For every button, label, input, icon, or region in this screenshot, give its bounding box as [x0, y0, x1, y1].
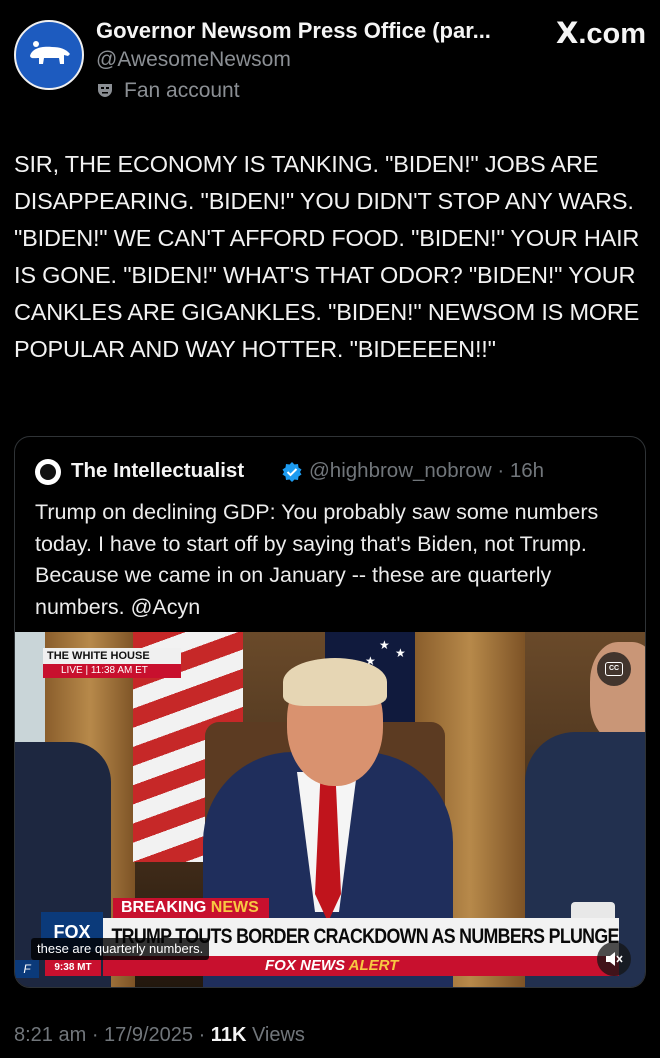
user-handle[interactable]: @AwesomeNewsom — [96, 48, 291, 72]
x-logo-icon: X — [555, 16, 579, 50]
speaker-muted-icon — [606, 952, 623, 966]
views-count: 11K — [210, 1024, 247, 1046]
display-name[interactable]: Governor Newsom Press Office (par... — [96, 18, 491, 44]
alert-word: ALERT — [348, 957, 399, 974]
post-header: Governor Newsom Press Office (par... @Aw… — [14, 16, 646, 108]
quote-text: Trump on declining GDP: You probably saw… — [35, 500, 599, 619]
video-caption: these are quarterly numbers. — [31, 938, 210, 960]
post-text: SIR, THE ECONOMY IS TANKING. "BIDEN!" JO… — [14, 151, 640, 362]
white-house-live-bug: THE WHITE HOUSE LIVE | 11:38 AM ET — [43, 648, 181, 678]
quoted-post[interactable]: The Intellectualist @highbrow_nobrow · 1… — [14, 436, 646, 988]
quote-display-name[interactable]: The Intellectualist — [71, 459, 244, 483]
breaking-news-banner: BREAKING NEWS — [113, 898, 269, 918]
post-footer: 8:21 am · 17/9/2025 · 11K Views — [14, 1024, 305, 1047]
verified-badge-icon — [282, 462, 302, 482]
post-timestamp[interactable]: 8:21 am · 17/9/2025 · — [14, 1024, 211, 1046]
fan-account-label: Fan account — [96, 79, 240, 103]
broadcast-clock: 9:38 MT — [45, 960, 101, 976]
profile-avatar[interactable] — [14, 20, 84, 90]
fan-account-text: Fan account — [124, 79, 240, 102]
fox-news-alert: FOX NEWS ALERT — [265, 956, 398, 976]
quote-handle-time: @highbrow_nobrow · 16h — [309, 459, 545, 482]
network-label: THE WHITE HOUSE — [43, 648, 181, 664]
breaking-word: BREAKING — [121, 899, 207, 916]
site-watermark: X.com — [556, 16, 646, 51]
cc-icon: CC — [605, 662, 623, 676]
bear-logo-icon — [30, 41, 70, 64]
video-speaker-hair — [283, 658, 387, 706]
quote-avatar[interactable] — [35, 459, 61, 485]
alert-network: FOX NEWS — [265, 957, 346, 974]
closed-captions-button[interactable]: CC — [597, 652, 631, 686]
live-label: LIVE | 11:38 AM ET — [43, 664, 181, 678]
news-word: NEWS — [210, 899, 259, 916]
site-suffix: .com — [578, 18, 646, 50]
video-player[interactable]: ★ ★ ★ THE WHITE HOUSE LIVE | 11:38 AM ET C… — [15, 632, 645, 987]
views-label: Views — [246, 1024, 305, 1046]
channel-bug: F — [15, 960, 39, 978]
mute-button[interactable] — [597, 942, 631, 976]
mask-icon — [98, 84, 112, 97]
